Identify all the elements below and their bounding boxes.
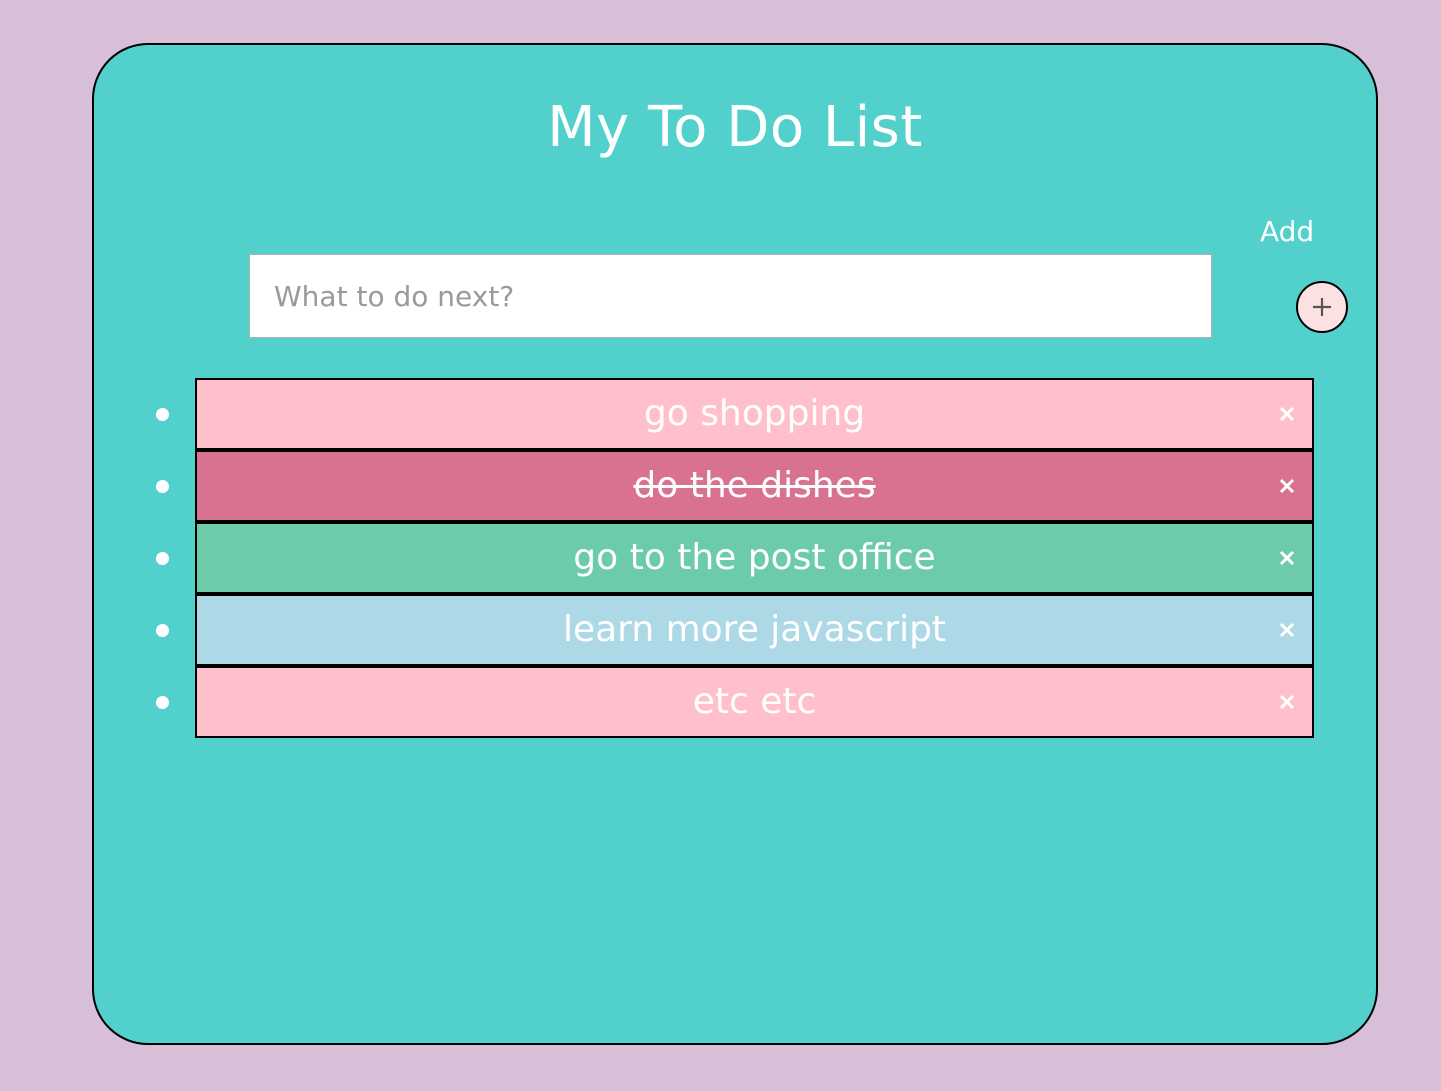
add-button[interactable] <box>1296 281 1348 333</box>
todo-item[interactable]: learn more javascript <box>156 594 1314 666</box>
todo-text: go shopping <box>643 393 866 434</box>
close-icon[interactable] <box>1276 547 1298 569</box>
todo-item[interactable]: go shopping <box>156 378 1314 450</box>
todo-item[interactable]: do the dishes <box>156 450 1314 522</box>
todo-text: do the dishes <box>633 465 876 506</box>
todo-card: My To Do List Add go shopping do the dis… <box>92 43 1378 1045</box>
todo-item[interactable]: etc etc <box>156 666 1314 738</box>
bullet-dot <box>156 408 169 421</box>
add-label: Add <box>1260 215 1315 248</box>
page-title: My To Do List <box>547 95 923 160</box>
close-icon[interactable] <box>1276 475 1298 497</box>
bullet-dot <box>156 624 169 637</box>
todo-item[interactable]: go to the post office <box>156 522 1314 594</box>
todo-input[interactable] <box>249 254 1212 338</box>
plus-icon <box>1313 298 1331 316</box>
bullet-dot <box>156 480 169 493</box>
todo-text: go to the post office <box>573 537 936 578</box>
todo-text: etc etc <box>692 681 817 722</box>
todo-text: learn more javascript <box>562 609 947 650</box>
close-icon[interactable] <box>1276 619 1298 641</box>
close-icon[interactable] <box>1276 691 1298 713</box>
bullet-dot <box>156 552 169 565</box>
bullet-dot <box>156 696 169 709</box>
close-icon[interactable] <box>1276 403 1298 425</box>
